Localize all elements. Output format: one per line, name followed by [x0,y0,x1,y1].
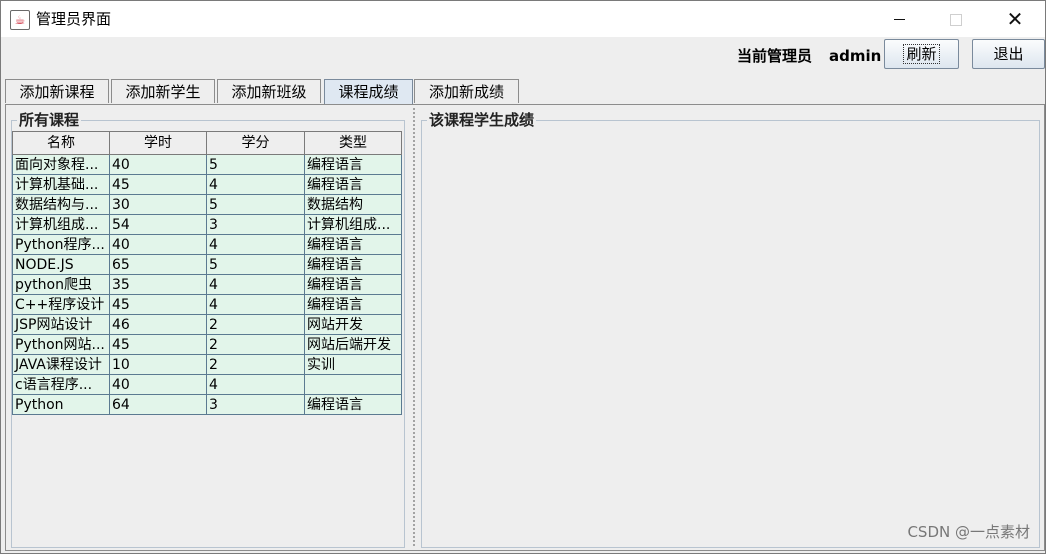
cell-hours: 40 [109,234,207,255]
tab-course-grades[interactable]: 课程成绩 [324,79,413,105]
course-student-grades-title: 该课程学生成绩 [427,110,537,130]
table-row[interactable]: 面向对象程... 40 5 编程语言 [12,154,402,175]
cell-credits: 4 [206,294,305,315]
column-header-credits[interactable]: 学分 [206,131,305,155]
cell-hours: 45 [109,334,207,355]
cell-type: 网站开发 [304,314,402,335]
cell-credits: 5 [206,194,305,215]
cell-credits: 3 [206,394,305,415]
table-row[interactable]: JAVA课程设计 10 2 实训 [12,354,402,375]
cell-type: 编程语言 [304,294,402,315]
cell-type: 计算机组成... [304,214,402,235]
cell-hours: 40 [109,154,207,175]
refresh-button[interactable]: 刷新 [884,39,959,69]
close-button[interactable]: ✕ [992,1,1038,37]
table-row[interactable]: JSP网站设计 46 2 网站开发 [12,314,402,335]
cell-credits: 2 [206,334,305,355]
all-courses-title: 所有课程 [17,110,82,130]
tab-add-course[interactable]: 添加新课程 [5,79,109,103]
course-grades-panel: 所有课程 名称 学时 学分 类型 面向对象程... 40 5 编程语言 计算机基础..… [5,104,1045,551]
cell-name: 面向对象程... [12,154,110,175]
tab-add-student[interactable]: 添加新学生 [111,79,215,103]
cell-credits: 2 [206,354,305,375]
column-header-hours[interactable]: 学时 [109,131,207,155]
cell-type [304,374,402,395]
cell-name: C++程序设计 [12,294,110,315]
cell-credits: 4 [206,174,305,195]
current-admin-label: 当前管理员 [737,47,813,65]
cell-type: 编程语言 [304,394,402,415]
cell-credits: 4 [206,234,305,255]
tab-add-grade[interactable]: 添加新成绩 [414,79,519,103]
cell-hours: 35 [109,274,207,295]
courses-table[interactable]: 名称 学时 学分 类型 面向对象程... 40 5 编程语言 计算机基础... 45 4 编… [12,131,402,415]
cell-type: 网站后端开发 [304,334,402,355]
table-row[interactable]: python爬虫 35 4 编程语言 [12,274,402,295]
table-row[interactable]: NODE.JS 65 5 编程语言 [12,254,402,275]
table-row[interactable]: Python 64 3 编程语言 [12,394,402,415]
close-icon: ✕ [1006,7,1024,31]
cell-credits: 3 [206,214,305,235]
cell-type: 实训 [304,354,402,375]
minimize-icon [893,19,905,20]
cell-name: JSP网站设计 [12,314,110,335]
cell-hours: 45 [109,294,207,315]
cell-hours: 65 [109,254,207,275]
cell-name: 计算机组成... [12,214,110,235]
table-row[interactable]: C++程序设计 45 4 编程语言 [12,294,402,315]
admin-name: admin [829,47,882,65]
cell-name: JAVA课程设计 [12,354,110,375]
table-row[interactable]: 计算机组成... 54 3 计算机组成... [12,214,402,235]
exit-button[interactable]: 退出 [972,39,1045,69]
cell-name: Python [12,394,110,415]
cell-hours: 40 [109,374,207,395]
cell-credits: 4 [206,374,305,395]
cell-hours: 10 [109,354,207,375]
cell-credits: 5 [206,154,305,175]
course-student-grades-group: 该课程学生成绩 [421,110,1040,548]
table-row[interactable]: 数据结构与... 30 5 数据结构 [12,194,402,215]
cell-type: 编程语言 [304,274,402,295]
cell-name: Python网站... [12,334,110,355]
cell-hours: 45 [109,174,207,195]
tab-add-class[interactable]: 添加新班级 [217,79,321,103]
title-bar: ☕ 管理员界面 ✕ [1,1,1045,37]
maximize-icon [950,13,962,26]
cell-hours: 64 [109,394,207,415]
cell-type: 编程语言 [304,174,402,195]
refresh-button-label: 刷新 [903,44,940,64]
cell-hours: 46 [109,314,207,335]
java-cup-icon: ☕ [10,10,30,30]
maximize-button[interactable] [933,1,979,37]
cell-type: 数据结构 [304,194,402,215]
cell-type: 编程语言 [304,234,402,255]
cell-name: 计算机基础... [12,174,110,195]
cell-credits: 4 [206,274,305,295]
cell-name: c语言程序... [12,374,110,395]
table-row[interactable]: Python网站... 45 2 网站后端开发 [12,334,402,355]
exit-button-label: 退出 [993,45,1024,63]
cell-name: 数据结构与... [12,194,110,215]
cell-name: NODE.JS [12,254,110,275]
column-header-type[interactable]: 类型 [304,131,402,155]
cell-type: 编程语言 [304,254,402,275]
table-row[interactable]: 计算机基础... 45 4 编程语言 [12,174,402,195]
window-title: 管理员界面 [36,10,112,28]
cell-credits: 2 [206,314,305,335]
cell-hours: 54 [109,214,207,235]
admin-window: ☕ 管理员界面 ✕ 当前管理员 admin 刷新 退出 添加新课程 添加新学生 … [0,0,1046,554]
minimize-button[interactable] [876,1,922,37]
cell-type: 编程语言 [304,154,402,175]
table-row[interactable]: Python程序... 40 4 编程语言 [12,234,402,255]
cell-credits: 5 [206,254,305,275]
cell-name: Python程序... [12,234,110,255]
column-header-name[interactable]: 名称 [12,131,110,155]
cell-hours: 30 [109,194,207,215]
watermark: CSDN @一点素材 [907,523,1030,541]
split-pane-divider[interactable] [412,107,416,548]
cell-name: python爬虫 [12,274,110,295]
table-row[interactable]: c语言程序... 40 4 [12,374,402,395]
table-header-row: 名称 学时 学分 类型 [12,131,402,155]
